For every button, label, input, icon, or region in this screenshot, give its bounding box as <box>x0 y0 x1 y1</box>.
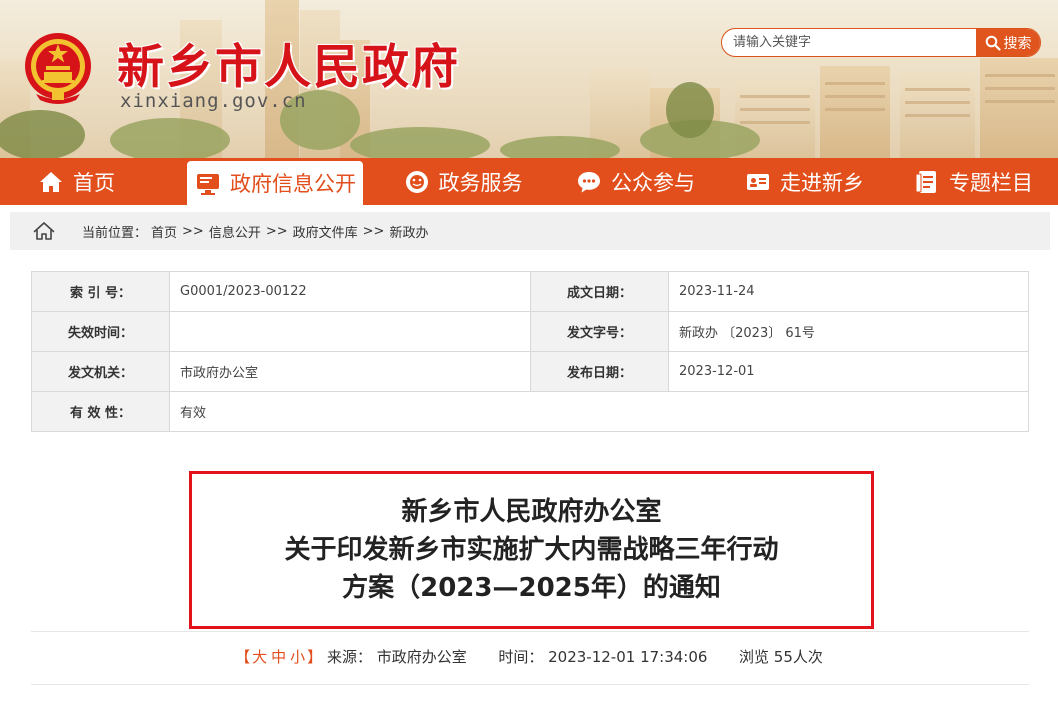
nav-item-label: 走进新乡 <box>780 170 864 195</box>
doc-number-value: 新政办 〔2023〕 61号 <box>668 311 1029 352</box>
expiry-label: 失效时间： <box>31 311 170 352</box>
publish-date-value: 2023-12-01 <box>668 351 1029 392</box>
expiry-value <box>169 311 531 352</box>
font-size-small-button[interactable]: 小 <box>290 648 305 666</box>
table-row: 有 效 性： 有效 <box>31 391 1029 432</box>
views-count: 55 <box>773 648 793 666</box>
doc-number-label: 发文字号： <box>530 311 669 352</box>
breadcrumb-separator: >> <box>182 223 204 239</box>
time-label: 时间： <box>498 648 544 666</box>
bracket-open: 【 <box>235 648 251 666</box>
nav-item-topics[interactable]: 专题栏目 <box>888 158 1058 205</box>
validity-label: 有 效 性： <box>31 391 170 432</box>
index-number-value: G0001/2023-00122 <box>169 271 531 312</box>
breadcrumb-separator: >> <box>265 223 288 239</box>
breadcrumb: 当前位置： 首页 >> 信息公开 >> 政府文件库 >> 新政办 <box>10 212 1050 250</box>
table-row: 索 引 号： G0001/2023-00122 成文日期： 2023-11-24 <box>31 271 1029 312</box>
bracket-close: 】 <box>307 648 323 666</box>
divider <box>31 684 1029 685</box>
search-input[interactable] <box>722 29 977 56</box>
nav-item-label: 专题栏目 <box>949 170 1033 195</box>
document-title-line: 关于印发新乡市实施扩大内需战略三年行动 <box>284 535 779 565</box>
breadcrumb-label: 当前位置： <box>82 225 148 241</box>
service-icon <box>405 170 428 193</box>
chat-icon <box>578 171 600 192</box>
document-title-box: 新乡市人民政府办公室 关于印发新乡市实施扩大内需战略三年行动 方案（2023—2… <box>189 471 874 629</box>
views-suffix: 人次 <box>792 648 823 666</box>
draft-date-label: 成文日期： <box>530 271 669 312</box>
views-prefix: 浏览 <box>739 648 770 666</box>
site-domain: xinxiang.gov.cn <box>120 90 307 112</box>
document-icon <box>915 170 936 193</box>
nav-item-gov-info[interactable]: 政府信息公开 <box>187 161 363 205</box>
card-icon <box>747 173 769 190</box>
nav-item-about[interactable]: 走进新乡 <box>720 158 888 205</box>
issuer-value: 市政府办公室 <box>169 351 531 392</box>
national-emblem-logo <box>25 33 91 104</box>
nav-item-services[interactable]: 政务服务 <box>375 158 550 205</box>
monitor-icon <box>197 174 219 195</box>
nav-item-label: 政务服务 <box>438 170 523 195</box>
font-size-switcher: 【大中小】 <box>235 648 322 666</box>
index-number-label: 索 引 号： <box>31 271 170 312</box>
nav-item-home[interactable]: 首页 <box>0 158 152 205</box>
validity-value: 有效 <box>169 391 1029 432</box>
document-info-table: 索 引 号： G0001/2023-00122 成文日期： 2023-11-24… <box>31 271 1029 432</box>
search-button[interactable]: 搜索 <box>976 29 1040 56</box>
issuer-label: 发文机关： <box>31 351 170 392</box>
time-value: 2023-12-01 17:34:06 <box>548 648 708 666</box>
search-icon <box>985 35 1001 51</box>
search-button-label: 搜索 <box>1003 35 1032 52</box>
header-banner: 新乡市人民政府 xinxiang.gov.cn 搜索 <box>0 0 1058 158</box>
divider <box>31 631 1029 632</box>
search-box: 搜索 <box>721 28 1041 57</box>
table-row: 失效时间： 发文字号： 新政办 〔2023〕 61号 <box>31 311 1029 352</box>
breadcrumb-link-xinzhengban[interactable]: 新政办 <box>389 222 428 241</box>
table-row: 发文机关： 市政府办公室 发布日期： 2023-12-01 <box>31 351 1029 392</box>
document-title-line: 方案（2023—2025年）的通知 <box>342 573 721 603</box>
source-label: 来源： <box>326 648 372 666</box>
home-icon[interactable] <box>32 220 56 242</box>
breadcrumb-link-home[interactable]: 首页 <box>151 222 177 241</box>
source-value: 市政府办公室 <box>376 648 467 666</box>
main-nav: 首页 政府信息公开 政务服务 公众参与 走进新乡 专题栏目 <box>0 158 1058 205</box>
nav-item-label: 政府信息公开 <box>230 172 356 196</box>
breadcrumb-link-info[interactable]: 信息公开 <box>209 222 261 241</box>
font-size-large-button[interactable]: 大 <box>252 648 267 666</box>
document-title-line: 新乡市人民政府办公室 <box>401 497 662 527</box>
breadcrumb-separator: >> <box>362 223 385 239</box>
font-size-medium-button[interactable]: 中 <box>271 648 286 666</box>
document-meta: 【大中小】 来源： 市政府办公室 时间： 2023-12-01 17:34:06… <box>0 646 1058 667</box>
breadcrumb-link-library[interactable]: 政府文件库 <box>293 222 358 241</box>
publish-date-label: 发布日期： <box>530 351 669 392</box>
draft-date-value: 2023-11-24 <box>668 271 1029 312</box>
site-title: 新乡市人民政府 <box>117 40 460 95</box>
nav-item-public[interactable]: 公众参与 <box>550 158 720 205</box>
nav-item-label: 首页 <box>73 170 115 195</box>
nav-item-label: 公众参与 <box>611 170 695 195</box>
home-icon <box>40 171 62 192</box>
